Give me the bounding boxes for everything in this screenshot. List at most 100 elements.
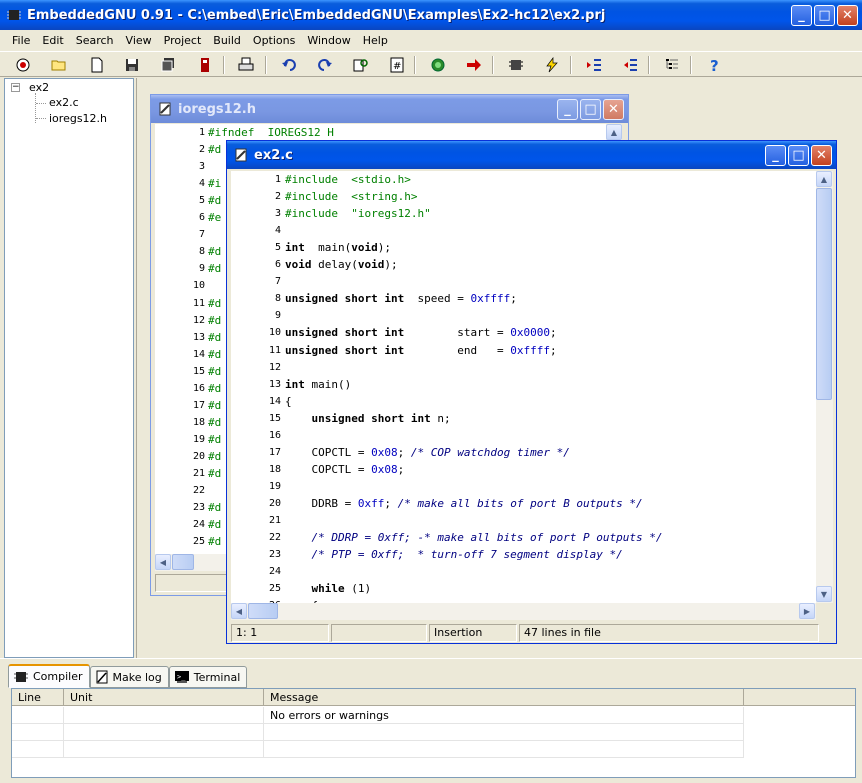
tab-make-log[interactable]: Make log	[89, 666, 169, 688]
code-line[interactable]: int main(void);	[285, 241, 391, 254]
code-line[interactable]: #d	[208, 501, 221, 514]
code-line[interactable]: #d	[208, 245, 221, 258]
code-line[interactable]: #include <stdio.h>	[285, 173, 411, 186]
close-button[interactable]: ✕	[837, 4, 858, 26]
code-line[interactable]: {	[285, 395, 292, 408]
maximize-button[interactable]: □	[814, 4, 835, 26]
code-line[interactable]: #d	[208, 467, 221, 480]
find-icon[interactable]	[350, 55, 372, 75]
code-line[interactable]: #d	[208, 143, 221, 156]
help-icon[interactable]: ?	[704, 55, 726, 75]
scroll-thumb[interactable]	[172, 554, 194, 570]
menu-help[interactable]: Help	[357, 32, 394, 49]
minimize-button[interactable]: _	[791, 4, 812, 26]
code-line[interactable]: #d	[208, 297, 221, 310]
code-line[interactable]: #d	[208, 314, 221, 327]
ioregs-maximize-button[interactable]: □	[580, 98, 601, 120]
tree-toggle[interactable]: −	[11, 83, 20, 92]
code-line[interactable]: #d	[208, 331, 221, 344]
code-line[interactable]: unsigned short int n;	[285, 412, 451, 425]
save-all-icon[interactable]	[157, 55, 179, 75]
project-tree-icon[interactable]	[661, 55, 683, 75]
code-line[interactable]: #d	[208, 416, 221, 429]
code-line[interactable]: void delay(void);	[285, 258, 398, 271]
code-line[interactable]: #e	[208, 211, 221, 224]
close-file-icon[interactable]	[194, 55, 216, 75]
tree-item-ex2-c[interactable]: ex2.c	[49, 96, 79, 109]
col-header-unit[interactable]: Unit	[64, 689, 264, 706]
code-line[interactable]: #d	[208, 262, 221, 275]
flash-icon[interactable]	[541, 55, 563, 75]
code-line[interactable]: unsigned short int end = 0xffff;	[285, 344, 557, 357]
scroll-right-icon[interactable]: ▶	[799, 603, 815, 619]
menu-view[interactable]: View	[120, 32, 158, 49]
code-line[interactable]: #include <string.h>	[285, 190, 417, 203]
code-line[interactable]: #include "ioregs12.h"	[285, 207, 431, 220]
code-line[interactable]: #d	[208, 194, 221, 207]
code-line[interactable]: #d	[208, 518, 221, 531]
code-line[interactable]: COPCTL = 0x08; /* COP watchdog timer */	[285, 446, 570, 459]
code-line[interactable]: /* PTP = 0xff; * turn-off 7 segment disp…	[285, 548, 623, 561]
ex2-editor[interactable]: 1 #include <stdio.h> 2 #include <string.h> 3…	[231, 171, 818, 603]
menu-file[interactable]: File	[6, 32, 36, 49]
code-line[interactable]: unsigned short int speed = 0xffff;	[285, 292, 517, 305]
menu-edit[interactable]: Edit	[36, 32, 69, 49]
open-folder-icon[interactable]	[48, 55, 70, 75]
ioregs-hscrollbar[interactable]: ◀	[155, 554, 235, 571]
menu-project[interactable]: Project	[158, 32, 208, 49]
debug-icon[interactable]	[12, 55, 34, 75]
tab-compiler[interactable]: Compiler	[8, 664, 90, 688]
scroll-up-icon[interactable]: ▲	[606, 124, 622, 140]
tree-item-ioregs12-h[interactable]: ioregs12.h	[49, 112, 107, 125]
scroll-left-icon[interactable]: ◀	[231, 603, 247, 619]
code-line[interactable]: #d	[208, 433, 221, 446]
scroll-thumb[interactable]	[816, 188, 832, 400]
ioregs-close-button[interactable]: ✕	[603, 98, 624, 120]
scroll-down-icon[interactable]: ▼	[816, 586, 832, 602]
scroll-left-icon[interactable]: ◀	[155, 554, 171, 570]
code-line[interactable]: #d	[208, 348, 221, 361]
code-line[interactable]: int main()	[285, 378, 351, 391]
col-header-message[interactable]: Message	[264, 689, 744, 706]
code-line[interactable]: DDRB = 0xff; /* make all bits of port B …	[285, 497, 643, 510]
ex2-hscrollbar[interactable]: ◀ ▶	[231, 603, 816, 620]
col-header-line[interactable]: Line	[12, 689, 64, 706]
outdent-icon[interactable]	[619, 55, 641, 75]
code-line[interactable]: #i	[208, 177, 221, 190]
code-line[interactable]: #d	[208, 399, 221, 412]
ioregs-minimize-button[interactable]: _	[557, 98, 578, 120]
code-line[interactable]: while (1)	[285, 582, 372, 595]
goto-line-icon[interactable]: #	[386, 55, 408, 75]
code-line[interactable]: #d	[208, 365, 221, 378]
app-titlebar[interactable]: EmbeddedGNU 0.91 - C:\embed\Eric\Embedde…	[0, 0, 862, 30]
ex2-vscrollbar[interactable]: ▲ ▼	[816, 171, 833, 603]
code-line[interactable]: unsigned short int start = 0x0000;	[285, 326, 557, 339]
tab-terminal[interactable]: >_ Terminal	[168, 666, 248, 688]
scroll-thumb[interactable]	[248, 603, 278, 619]
ex2-maximize-button[interactable]: □	[788, 144, 809, 166]
menu-search[interactable]: Search	[70, 32, 120, 49]
new-file-icon[interactable]	[86, 55, 108, 75]
ioregs-titlebar[interactable]: ioregs12.h _ □ ✕	[151, 95, 628, 123]
code-line[interactable]: /* DDRP = 0xff; -* make all bits of port…	[285, 531, 663, 544]
scroll-up-icon[interactable]: ▲	[816, 171, 832, 187]
panel-splitter[interactable]	[0, 658, 862, 662]
code-line[interactable]: #d	[208, 382, 221, 395]
menu-window[interactable]: Window	[301, 32, 356, 49]
indent-icon[interactable]	[583, 55, 605, 75]
code-line[interactable]: #d	[208, 450, 221, 463]
ex2-minimize-button[interactable]: _	[765, 144, 786, 166]
compile-icon[interactable]	[427, 55, 449, 75]
code-line[interactable]: #ifndef IOREGS12 H	[208, 126, 334, 139]
build-chip-icon[interactable]	[505, 55, 527, 75]
redo-icon[interactable]	[314, 55, 336, 75]
code-line[interactable]: COPCTL = 0x08;	[285, 463, 405, 476]
save-icon[interactable]	[121, 55, 143, 75]
ex2-titlebar[interactable]: ex2.c _ □ ✕	[227, 141, 836, 169]
print-icon[interactable]	[235, 55, 257, 75]
ex2-close-button[interactable]: ✕	[811, 144, 832, 166]
tree-root-ex2[interactable]: ex2	[29, 81, 49, 94]
menu-build[interactable]: Build	[207, 32, 247, 49]
undo-icon[interactable]	[278, 55, 300, 75]
menu-options[interactable]: Options	[247, 32, 301, 49]
